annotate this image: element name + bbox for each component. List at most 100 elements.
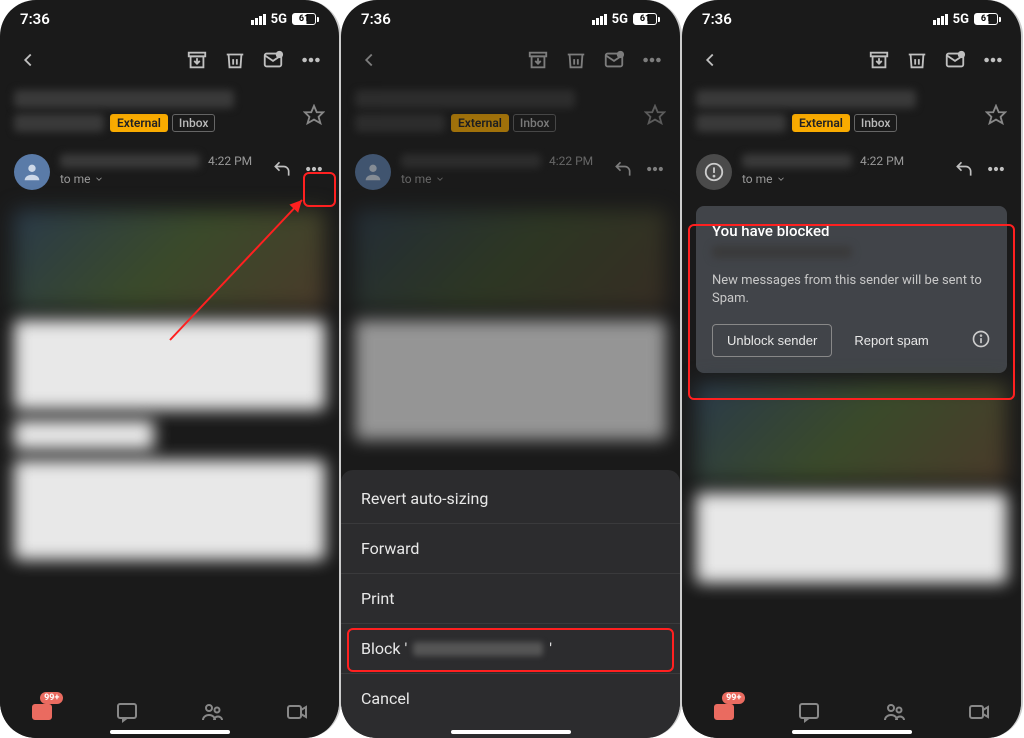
mark-unread-button[interactable] xyxy=(939,44,971,76)
nav-mail[interactable]: 99+ xyxy=(17,694,67,730)
bottom-nav: 99+ xyxy=(682,682,1021,738)
nav-meet[interactable] xyxy=(954,694,1004,730)
reply-button[interactable] xyxy=(608,154,638,184)
blocked-title: You have blocked xyxy=(712,222,991,240)
signal-icon xyxy=(251,14,266,25)
subject-area: External Inbox xyxy=(341,86,680,140)
report-spam-button[interactable]: Report spam xyxy=(848,332,934,349)
external-label: External xyxy=(451,114,509,132)
status-bar: 7:36 5G 61 xyxy=(682,0,1021,32)
battery-icon: 61 xyxy=(974,13,1001,25)
message-time: 4:22 PM xyxy=(208,154,252,168)
mail-badge: 99+ xyxy=(722,692,745,704)
message-more-button[interactable] xyxy=(299,154,329,184)
status-time: 7:36 xyxy=(20,10,50,28)
blocked-card: You have blocked New messages from this … xyxy=(696,206,1007,373)
subject-line2-redacted xyxy=(696,114,786,132)
info-icon[interactable] xyxy=(971,329,991,353)
archive-button[interactable] xyxy=(522,44,554,76)
mark-unread-button[interactable] xyxy=(257,44,289,76)
sheet-block-sender[interactable]: Block ' ' xyxy=(341,624,680,674)
star-button[interactable] xyxy=(985,104,1007,130)
recipient-toggle[interactable]: to me xyxy=(401,172,598,186)
nav-chat[interactable] xyxy=(102,694,152,730)
delete-button[interactable] xyxy=(219,44,251,76)
blocked-sender-icon[interactable] xyxy=(696,154,732,190)
toolbar xyxy=(682,32,1021,86)
sender-name-redacted xyxy=(742,154,852,168)
email-body xyxy=(682,383,1021,583)
signal-icon xyxy=(592,14,607,25)
block-sender-name-redacted xyxy=(413,642,543,656)
status-right: 5G 61 xyxy=(933,12,1001,27)
external-label: External xyxy=(792,114,850,132)
recipient-toggle[interactable]: to me xyxy=(60,172,257,186)
star-button[interactable] xyxy=(644,104,666,130)
more-button[interactable] xyxy=(295,44,327,76)
action-sheet: Revert auto-sizing Forward Print Block '… xyxy=(341,470,680,738)
reply-button[interactable] xyxy=(949,154,979,184)
subject-area: External Inbox xyxy=(0,86,339,140)
blocked-description: New messages from this sender will be se… xyxy=(712,272,991,308)
signal-icon xyxy=(933,14,948,25)
sender-avatar[interactable] xyxy=(355,154,391,190)
status-right: 5G 61 xyxy=(592,12,660,27)
status-time: 7:36 xyxy=(361,10,391,28)
email-body xyxy=(341,210,680,440)
sender-row: 4:22 PM to me xyxy=(682,140,1021,200)
bottom-nav: 99+ xyxy=(0,682,339,738)
back-button[interactable] xyxy=(12,44,44,76)
body-block3-redacted xyxy=(14,460,325,560)
archive-button[interactable] xyxy=(181,44,213,76)
message-more-button[interactable] xyxy=(981,154,1011,184)
block-suffix: ' xyxy=(549,639,552,658)
screenshot-panel-1: 7:36 5G 61 External xyxy=(0,0,341,738)
screenshot-panel-3: 7:36 5G 61 External Inbox xyxy=(682,0,1023,738)
home-indicator xyxy=(110,730,230,734)
toolbar xyxy=(0,32,339,86)
unblock-sender-button[interactable]: Unblock sender xyxy=(712,324,832,357)
screenshot-panel-2: 7:36 5G 61 External Inbox xyxy=(341,0,682,738)
nav-chat[interactable] xyxy=(784,694,834,730)
body-image-redacted xyxy=(355,210,666,310)
email-body xyxy=(0,210,339,560)
sheet-cancel[interactable]: Cancel xyxy=(341,674,680,738)
back-button[interactable] xyxy=(353,44,385,76)
delete-button[interactable] xyxy=(560,44,592,76)
star-button[interactable] xyxy=(303,104,325,130)
nav-spaces[interactable] xyxy=(869,694,919,730)
sheet-print[interactable]: Print xyxy=(341,574,680,624)
nav-spaces[interactable] xyxy=(187,694,237,730)
message-time: 4:22 PM xyxy=(549,154,593,168)
body-image-redacted xyxy=(696,383,1007,483)
reply-button[interactable] xyxy=(267,154,297,184)
body-block-redacted xyxy=(696,493,1007,583)
subject-line-redacted xyxy=(355,90,575,108)
blocked-sender-name-redacted xyxy=(712,246,852,258)
sender-avatar[interactable] xyxy=(14,154,50,190)
sender-row: 4:22 PM to me xyxy=(341,140,680,200)
delete-button[interactable] xyxy=(901,44,933,76)
body-block-redacted xyxy=(355,320,666,440)
nav-mail[interactable]: 99+ xyxy=(699,694,749,730)
body-block-redacted xyxy=(14,320,325,410)
recipient-toggle[interactable]: to me xyxy=(742,172,939,186)
back-button[interactable] xyxy=(694,44,726,76)
sender-row: 4:22 PM to me xyxy=(0,140,339,200)
mark-unread-button[interactable] xyxy=(598,44,630,76)
network-label: 5G xyxy=(271,12,287,27)
nav-meet[interactable] xyxy=(272,694,322,730)
message-more-button[interactable] xyxy=(640,154,670,184)
inbox-label: Inbox xyxy=(854,114,898,132)
status-right: 5G 61 xyxy=(251,12,319,27)
sheet-forward[interactable]: Forward xyxy=(341,524,680,574)
archive-button[interactable] xyxy=(863,44,895,76)
more-button[interactable] xyxy=(636,44,668,76)
sheet-revert-auto-sizing[interactable]: Revert auto-sizing xyxy=(341,474,680,524)
sender-name-redacted xyxy=(60,154,200,168)
more-button[interactable] xyxy=(977,44,1009,76)
status-bar: 7:36 5G 61 xyxy=(0,0,339,32)
status-time: 7:36 xyxy=(702,10,732,28)
block-prefix: Block ' xyxy=(361,639,407,658)
inbox-label: Inbox xyxy=(513,114,557,132)
